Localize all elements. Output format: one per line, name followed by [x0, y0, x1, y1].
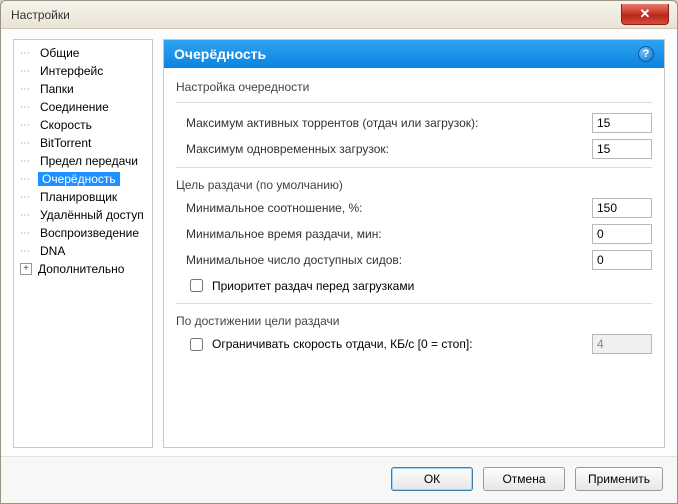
tree-branch-icon: ⋯	[20, 192, 36, 203]
min-ratio-label: Минимальное соотношение, %:	[186, 201, 363, 215]
settings-window: Настройки ✕ ⋯Общие ⋯Интерфейс ⋯Папки ⋯Со…	[0, 0, 678, 504]
min-time-label: Минимальное время раздачи, мин:	[186, 227, 382, 241]
tree-item-speed[interactable]: ⋯Скорость	[16, 116, 150, 134]
cancel-button[interactable]: Отмена	[483, 467, 565, 491]
tree-branch-icon: ⋯	[20, 84, 36, 95]
help-icon[interactable]: ?	[638, 46, 654, 62]
panel-header: Очерёдность ?	[164, 40, 664, 68]
tree-branch-icon: ⋯	[20, 138, 36, 149]
min-seeds-input[interactable]	[592, 250, 652, 270]
settings-panel: Очерёдность ? Настройка очередности Макс…	[163, 39, 665, 448]
close-icon: ✕	[640, 6, 651, 22]
ok-button[interactable]: ОК	[391, 467, 473, 491]
tree-branch-icon: ⋯	[20, 210, 36, 221]
row-max-downloads: Максимум одновременных загрузок:	[176, 139, 652, 159]
window-title: Настройки	[11, 8, 70, 22]
min-ratio-input[interactable]	[592, 198, 652, 218]
limit-upload-check-wrap: Ограничивать скорость отдачи, КБ/с [0 = …	[186, 335, 473, 354]
divider	[176, 303, 652, 304]
seed-priority-label: Приоритет раздач перед загрузками	[212, 279, 414, 293]
tree-branch-icon: ⋯	[20, 102, 36, 113]
group-on-goal: По достижении цели раздачи	[176, 314, 652, 328]
apply-button[interactable]: Применить	[575, 467, 663, 491]
max-active-label: Максимум активных торрентов (отдач или з…	[186, 116, 478, 130]
tree-branch-icon: ⋯	[20, 156, 36, 167]
tree-item-advanced[interactable]: +Дополнительно	[16, 260, 150, 278]
tree-item-playback[interactable]: ⋯Воспроизведение	[16, 224, 150, 242]
category-tree: ⋯Общие ⋯Интерфейс ⋯Папки ⋯Соединение ⋯Ск…	[13, 39, 153, 448]
row-max-active: Максимум активных торрентов (отдач или з…	[176, 113, 652, 133]
divider	[176, 102, 652, 103]
min-time-input[interactable]	[592, 224, 652, 244]
tree-item-bittorrent[interactable]: ⋯BitTorrent	[16, 134, 150, 152]
row-min-time: Минимальное время раздачи, мин:	[176, 224, 652, 244]
min-seeds-label: Минимальное число доступных сидов:	[186, 253, 402, 267]
tree-item-general[interactable]: ⋯Общие	[16, 44, 150, 62]
tree-branch-icon: ⋯	[20, 174, 36, 185]
tree-item-interface[interactable]: ⋯Интерфейс	[16, 62, 150, 80]
seed-priority-checkbox[interactable]	[190, 279, 203, 292]
divider	[176, 167, 652, 168]
tree-item-scheduler[interactable]: ⋯Планировщик	[16, 188, 150, 206]
tree-item-queueing[interactable]: ⋯Очерёдность	[16, 170, 150, 188]
close-button[interactable]: ✕	[621, 4, 669, 25]
content-area: ⋯Общие ⋯Интерфейс ⋯Папки ⋯Соединение ⋯Ск…	[1, 29, 677, 456]
limit-upload-checkbox[interactable]	[190, 338, 203, 351]
tree-item-remote[interactable]: ⋯Удалённый доступ	[16, 206, 150, 224]
tree-branch-icon: ⋯	[20, 120, 36, 131]
limit-upload-input	[592, 334, 652, 354]
max-active-input[interactable]	[592, 113, 652, 133]
group-seed-goal: Цель раздачи (по умолчанию)	[176, 178, 652, 192]
panel-body: Настройка очередности Максимум активных …	[164, 68, 664, 362]
tree-item-transfer-cap[interactable]: ⋯Предел передачи	[16, 152, 150, 170]
tree-item-folders[interactable]: ⋯Папки	[16, 80, 150, 98]
row-min-seeds: Минимальное число доступных сидов:	[176, 250, 652, 270]
tree-item-dna[interactable]: ⋯DNA	[16, 242, 150, 260]
max-downloads-label: Максимум одновременных загрузок:	[186, 142, 389, 156]
tree-branch-icon: ⋯	[20, 246, 36, 257]
tree-branch-icon: ⋯	[20, 48, 36, 59]
tree-branch-icon: ⋯	[20, 228, 36, 239]
row-seed-priority: Приоритет раздач перед загрузками	[176, 276, 652, 295]
row-min-ratio: Минимальное соотношение, %:	[176, 198, 652, 218]
tree-branch-icon: ⋯	[20, 66, 36, 77]
row-limit-upload: Ограничивать скорость отдачи, КБ/с [0 = …	[176, 334, 652, 354]
limit-upload-label: Ограничивать скорость отдачи, КБ/с [0 = …	[212, 337, 473, 351]
group-queue-settings: Настройка очередности	[176, 80, 652, 94]
panel-title: Очерёдность	[174, 46, 266, 62]
max-downloads-input[interactable]	[592, 139, 652, 159]
button-bar: ОК Отмена Применить	[1, 456, 677, 503]
expand-icon[interactable]: +	[20, 263, 32, 275]
tree-item-connection[interactable]: ⋯Соединение	[16, 98, 150, 116]
titlebar: Настройки ✕	[1, 1, 677, 29]
